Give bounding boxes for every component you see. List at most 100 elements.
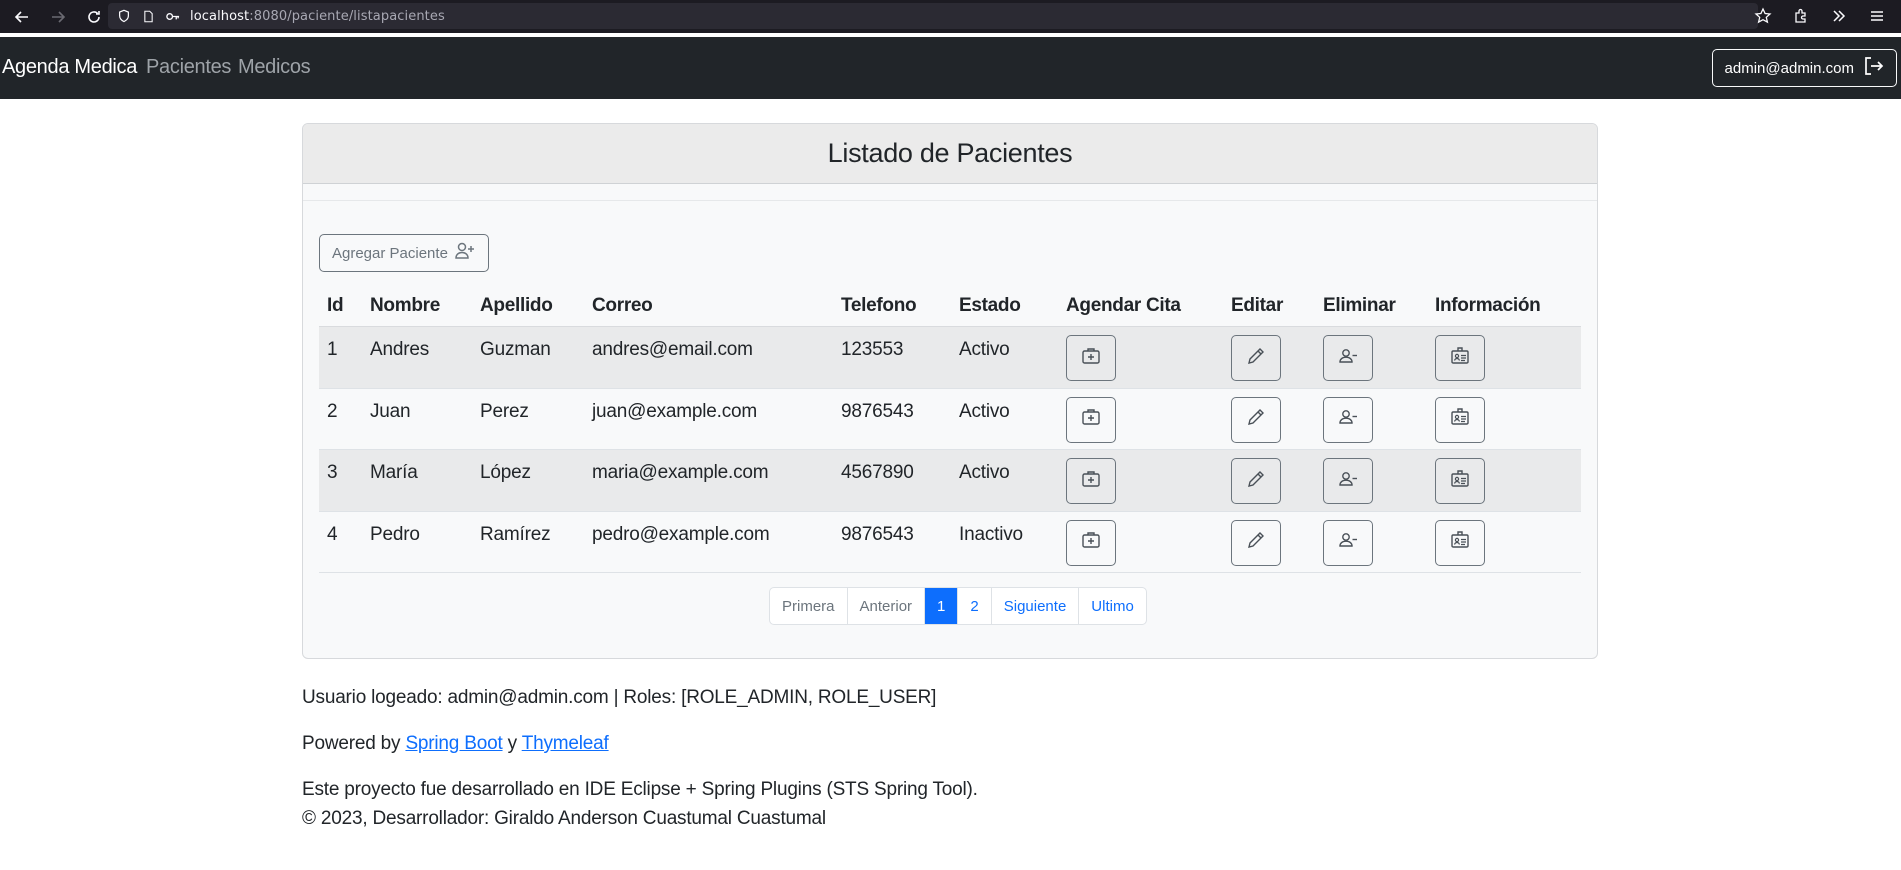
cell-telefono: 9876543	[841, 400, 914, 422]
logout-icon	[1862, 55, 1884, 81]
footer-powered-line: Powered by Spring Boot y Thymeleaf	[302, 733, 609, 755]
patients-card: Listado de Pacientes Agregar Paciente Id…	[302, 123, 1598, 659]
info-button[interactable]	[1435, 396, 1485, 443]
edit-button[interactable]	[1231, 335, 1281, 381]
pencil-icon	[1245, 529, 1267, 556]
nav-link-medicos[interactable]: Medicos	[238, 56, 311, 79]
id-card-icon	[1449, 468, 1471, 495]
cell-nombre: Pedro	[370, 523, 420, 545]
extensions-icon[interactable]	[1787, 2, 1815, 30]
header-telefono: Telefono	[841, 295, 917, 316]
add-patient-button[interactable]: Agregar Paciente	[319, 234, 489, 272]
powered-by-text: Powered by	[302, 733, 401, 754]
delete-button[interactable]	[1323, 335, 1373, 381]
pencil-icon	[1245, 345, 1267, 372]
delete-button[interactable]	[1323, 396, 1373, 443]
delete-button[interactable]	[1323, 519, 1373, 566]
address-bar[interactable]: localhost:8080/paciente/listapacientes	[108, 3, 1758, 29]
header-nombre: Nombre	[370, 295, 440, 316]
patients-table: Id Nombre Apellido Correo Telefono Estad…	[319, 287, 1581, 573]
pagination-next[interactable]: Siguiente	[992, 588, 1080, 624]
cell-apellido: Perez	[480, 400, 529, 422]
pagination-page-2[interactable]: 2	[958, 588, 992, 624]
logout-button[interactable]: admin@admin.com	[1711, 49, 1897, 87]
cell-estado: Activo	[959, 339, 1010, 360]
cell-id: 4	[327, 523, 338, 545]
medical-case-icon	[1080, 529, 1102, 556]
schedule-appointment-button[interactable]	[1066, 458, 1116, 504]
back-icon[interactable]	[8, 3, 36, 31]
info-button[interactable]	[1435, 458, 1485, 504]
bookmark-star-icon[interactable]	[1749, 2, 1777, 30]
url-path: :8080/paciente/listapacientes	[249, 8, 445, 24]
person-dash-icon	[1337, 529, 1359, 556]
cell-telefono: 9876543	[841, 523, 914, 545]
browser-toolbar: localhost:8080/paciente/listapacientes	[0, 0, 1901, 33]
header-apellido: Apellido	[480, 295, 553, 316]
table-header-row: Id Nombre Apellido Correo Telefono Estad…	[319, 287, 1581, 327]
person-plus-icon	[454, 240, 476, 266]
edit-button[interactable]	[1231, 396, 1281, 443]
cell-estado: Inactivo	[959, 523, 1023, 545]
cell-correo: juan@example.com	[592, 400, 757, 422]
header-correo: Correo	[592, 295, 653, 316]
browser-actions	[1749, 3, 1891, 29]
navbar-brand[interactable]: Agenda Medica	[2, 56, 137, 79]
cell-correo: pedro@example.com	[592, 523, 770, 545]
schedule-appointment-button[interactable]	[1066, 335, 1116, 381]
reload-icon[interactable]	[80, 3, 108, 31]
info-button[interactable]	[1435, 335, 1485, 381]
url-text: localhost:8080/paciente/listapacientes	[190, 9, 445, 24]
app-navbar: Agenda Medica Pacientes Medicos admin@ad…	[0, 37, 1901, 99]
pagination-prev: Anterior	[848, 588, 926, 624]
person-dash-icon	[1337, 406, 1359, 433]
page-title: Listado de Pacientes	[303, 124, 1597, 184]
table-row: 1 Andres Guzman andres@email.com 123553 …	[319, 327, 1581, 389]
header-id: Id	[327, 295, 344, 316]
page-icon	[140, 8, 156, 24]
pagination-page-1[interactable]: 1	[925, 588, 959, 624]
header-editar: Editar	[1231, 295, 1284, 316]
edit-button[interactable]	[1231, 519, 1281, 566]
cell-correo: andres@email.com	[592, 339, 753, 360]
id-card-icon	[1449, 345, 1471, 372]
header-estado: Estado	[959, 295, 1021, 316]
edit-button[interactable]	[1231, 458, 1281, 504]
cell-nombre: Andres	[370, 339, 430, 360]
pencil-icon	[1245, 468, 1267, 495]
spring-boot-link[interactable]: Spring Boot	[405, 733, 502, 754]
nav-link-pacientes[interactable]: Pacientes	[146, 56, 231, 79]
cell-id: 1	[327, 339, 338, 360]
delete-button[interactable]	[1323, 458, 1373, 504]
person-dash-icon	[1337, 345, 1359, 372]
thymeleaf-link[interactable]: Thymeleaf	[522, 733, 609, 754]
powered-and-text: y	[507, 733, 518, 754]
url-host: localhost	[190, 8, 250, 24]
cell-estado: Activo	[959, 462, 1010, 483]
cell-id: 3	[327, 462, 338, 483]
info-button[interactable]	[1435, 519, 1485, 566]
pagination-last[interactable]: Ultimo	[1079, 588, 1146, 624]
divider	[303, 200, 1597, 201]
header-informacion: Información	[1435, 295, 1541, 316]
cell-telefono: 123553	[841, 339, 904, 360]
add-patient-label: Agregar Paciente	[332, 244, 448, 262]
user-email: admin@admin.com	[1724, 59, 1854, 77]
menu-icon[interactable]	[1863, 2, 1891, 30]
overflow-chevrons-icon[interactable]	[1825, 2, 1853, 30]
cell-apellido: Ramírez	[480, 523, 551, 545]
key-icon[interactable]	[164, 8, 180, 24]
medical-case-icon	[1080, 345, 1102, 372]
schedule-appointment-button[interactable]	[1066, 396, 1116, 443]
table-row: 3 María López maria@example.com 4567890 …	[319, 450, 1581, 512]
forward-icon[interactable]	[44, 3, 72, 31]
pencil-icon	[1245, 406, 1267, 433]
schedule-appointment-button[interactable]	[1066, 519, 1116, 566]
cell-estado: Activo	[959, 400, 1010, 422]
header-agendar-cita: Agendar Cita	[1066, 295, 1181, 316]
cell-apellido: López	[480, 462, 531, 483]
footer-copyright: © 2023, Desarrollador: Giraldo Anderson …	[302, 808, 826, 829]
footer-user-line: Usuario logeado: admin@admin.com | Roles…	[302, 687, 937, 708]
table-row: 4 Pedro Ramírez pedro@example.com 987654…	[319, 511, 1581, 573]
cell-telefono: 4567890	[841, 462, 914, 483]
